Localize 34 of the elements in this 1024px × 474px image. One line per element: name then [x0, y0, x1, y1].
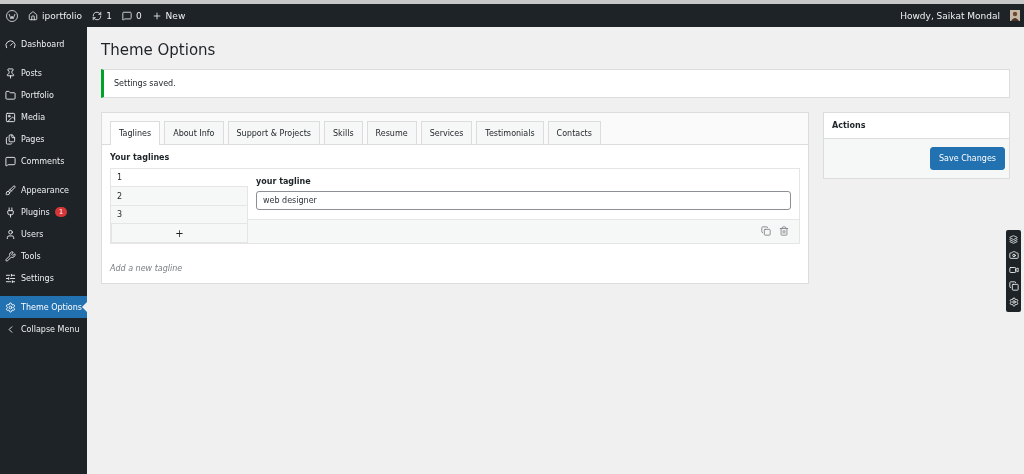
menu-item[interactable]: Collapse Menu — [0, 318, 87, 340]
hint-text: Add a new tagline — [110, 264, 184, 273]
tab[interactable]: Taglines — [110, 121, 161, 145]
menu-item[interactable]: Users — [0, 223, 87, 245]
tab[interactable]: Testimonials — [476, 121, 544, 144]
tab[interactable]: Skills — [324, 121, 363, 144]
menu-item[interactable]: Appearance — [0, 179, 87, 201]
tab[interactable]: Contacts — [547, 121, 601, 144]
tagline-field[interactable]: web designer — [256, 191, 791, 210]
menu-item[interactable]: Tools — [0, 245, 87, 267]
field-label: your tagline — [256, 177, 312, 186]
menu-item[interactable]: Media — [0, 106, 87, 128]
menu-item[interactable]: Settings — [0, 267, 87, 289]
comments-link[interactable]: 0 — [121, 10, 142, 21]
tab[interactable]: Support & Projects — [227, 121, 320, 144]
save-button[interactable]: Save Changes — [930, 147, 1005, 170]
menu-item[interactable]: Theme Options — [0, 296, 87, 318]
tagline-item[interactable]: 2 — [111, 187, 248, 206]
menu-item[interactable]: Pages — [0, 128, 87, 150]
updates-link[interactable]: 1 — [92, 10, 112, 21]
menu-item[interactable]: Dashboard — [0, 33, 87, 55]
user-greeting[interactable]: Howdy, Saikat Mondal — [900, 10, 1000, 21]
success-notice: Settings saved. — [101, 69, 1010, 98]
add-button[interactable]: + — [111, 224, 248, 243]
menu-item[interactable]: Portfolio — [0, 84, 87, 106]
menu-item[interactable]: Comments — [0, 150, 87, 172]
tab[interactable]: About Info — [164, 121, 224, 144]
section-heading: Your taglines — [110, 153, 171, 162]
page-title: Theme Options — [101, 41, 217, 59]
tab[interactable]: Resume — [366, 121, 417, 144]
tab[interactable]: Services — [420, 121, 473, 144]
menu-item[interactable]: Posts — [0, 62, 87, 84]
site-link[interactable]: iportfolio — [28, 10, 83, 21]
new-link[interactable]: New — [151, 10, 186, 21]
